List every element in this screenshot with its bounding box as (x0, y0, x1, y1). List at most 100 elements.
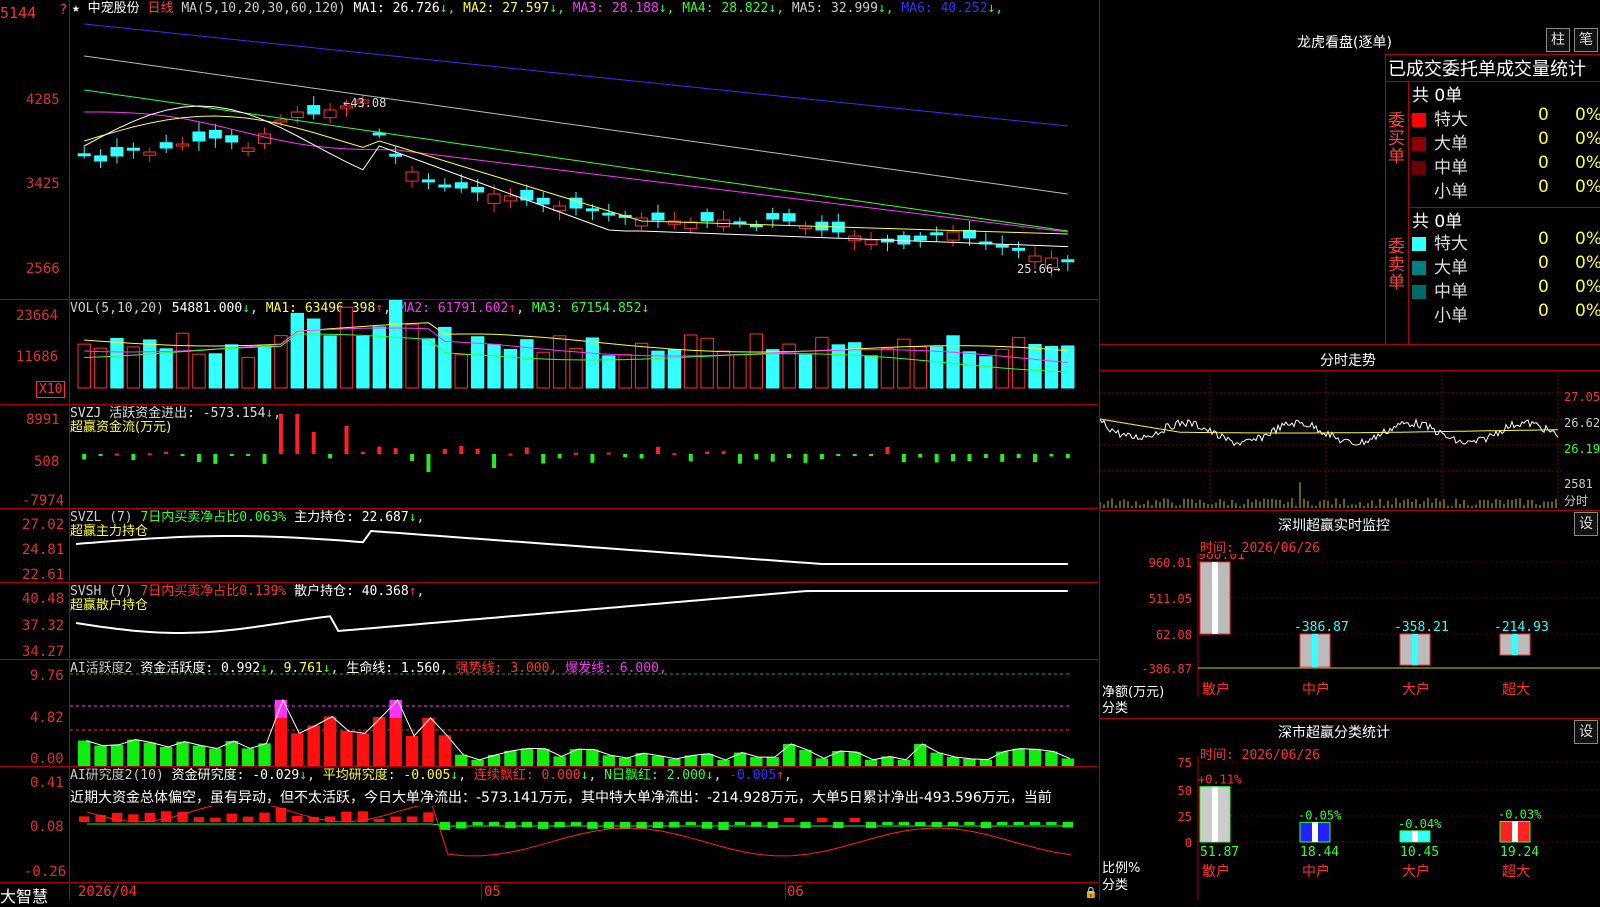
research-bar (833, 822, 844, 828)
monitor-value-label: 960.01 (1198, 554, 1245, 563)
volume-bar (766, 349, 780, 389)
activity-bar (274, 718, 288, 766)
flow-bar (901, 454, 906, 463)
ma-params: MA(5,10,20,30,60,120) (181, 1, 346, 16)
stat-title: 深市超赢分类统计 (1278, 725, 1390, 741)
monitor-bar-highlight (1312, 634, 1318, 668)
monitor-chart[interactable]: 960.01 511.05 62.08 -386.87 960.01 散户 -386.87 中… (1100, 554, 1600, 718)
flow-bar (1065, 454, 1070, 459)
volume-bar (388, 300, 403, 389)
stat-top-label: -0.03% (1498, 807, 1542, 821)
monitor-category: 超大 (1502, 682, 1530, 698)
flow-bar (655, 446, 660, 454)
volume-bar (1044, 345, 1059, 389)
flow-bar (278, 414, 283, 454)
volume-bar (733, 354, 747, 389)
activity-bar (389, 718, 402, 766)
research-bar (259, 812, 270, 822)
flow-bar (967, 454, 972, 462)
candle-body (258, 133, 272, 145)
intraday-tick: 2581 (1564, 477, 1593, 491)
volume-bar (962, 351, 977, 389)
candle-body (176, 143, 190, 147)
sell-row-count: 0 (1538, 277, 1549, 297)
research-bar (374, 818, 385, 822)
ai2-tick: 9.76 (30, 668, 64, 684)
svzj-chart[interactable] (70, 405, 1098, 508)
intraday-chart[interactable] (1100, 371, 1562, 509)
bar-mode-button[interactable]: 柱 (1546, 28, 1570, 52)
tick-mode-button[interactable]: 笔 (1574, 28, 1598, 52)
research-bar (849, 818, 860, 822)
ma-line-6 (83, 105, 1068, 248)
volume-bar (110, 337, 124, 389)
research-bar (783, 818, 795, 822)
candle-body (208, 129, 222, 139)
research-bar (456, 822, 467, 829)
flow-bar (246, 454, 251, 456)
buy-row-pct: 0% (1575, 153, 1600, 173)
volume-bar (1028, 343, 1042, 389)
candle-body (421, 179, 435, 183)
vol-chart[interactable] (70, 300, 1098, 404)
axis-question-icon[interactable]: ? (60, 3, 67, 18)
stat-chart[interactable]: 75 50 25 0 +0.11% 51.87 散户 -0.05% 18.44 中户 -0.04% 1… (1100, 756, 1600, 900)
ma-value-6: MA6: 40.252 (893, 1, 988, 16)
volume-bar (405, 324, 419, 389)
flow-bar (557, 454, 562, 459)
research-bar (1013, 822, 1024, 825)
svzl-tick: 22.61 (22, 567, 65, 583)
candle-body (700, 212, 714, 222)
stat-bottom-label: 51.87 (1200, 845, 1239, 860)
flow-bar (344, 426, 349, 454)
candle-body (782, 213, 796, 222)
sell-row-pct: 0% (1575, 253, 1600, 273)
research-bar (767, 822, 778, 828)
candle-body (405, 171, 419, 182)
research-bar (800, 822, 811, 828)
flow-bar (131, 454, 136, 461)
x-tick-date: 06 (787, 884, 804, 900)
research-chart[interactable] (70, 806, 1098, 882)
main-chart-area[interactable]: ★ 中宠股份 日线 MA(5,10,20,30,60,120) MA1: 26.… (0, 0, 1099, 906)
flow-bar (196, 454, 201, 463)
stat-settings-button[interactable]: 设 (1574, 720, 1598, 744)
research-bar (79, 816, 90, 822)
activity-bar (963, 758, 976, 766)
ma-value-5: MA5: 32.999 (784, 1, 878, 16)
activity-bar (307, 725, 320, 766)
candle-body (897, 235, 911, 245)
activity-bar (700, 753, 714, 766)
activity-bar (782, 744, 796, 766)
volume-bar (684, 334, 698, 389)
lock-icon[interactable]: 🔒 (1084, 886, 1098, 899)
sell-row-pct: 0% (1575, 277, 1600, 297)
ai2-chart[interactable] (70, 660, 1098, 766)
volume-bar (979, 356, 993, 389)
high-price-label: ←43.08 (343, 96, 387, 110)
activity-bar (373, 717, 386, 766)
x-tick-date: 2026/04 (78, 884, 138, 900)
kline-chart[interactable] (70, 16, 1098, 298)
sell-row-count: 0 (1538, 229, 1549, 249)
flow-bar (311, 432, 316, 454)
svsh-chart[interactable] (70, 583, 1098, 659)
volume-bar (798, 354, 813, 389)
activity-bar (192, 745, 206, 766)
volume-bar (143, 339, 157, 389)
monitor-settings-button[interactable]: 设 (1574, 512, 1598, 536)
research-note: 近期大资金总体偏空，虽有异动，但不太活跃，今日大单净流出：-573.141万元，… (70, 790, 1052, 806)
activity-bar (946, 756, 960, 766)
sell-row-pct: 0% (1575, 229, 1600, 249)
activity-bar (471, 759, 484, 766)
period-label: 日线 (147, 1, 174, 16)
research-bar (242, 816, 254, 822)
right-panel: 龙虎看盘(逐单) 柱 笔 已成交委托单成交量统计 委买单 委卖单 共 0单 共 … (1100, 0, 1600, 900)
svzl-chart[interactable] (70, 509, 1098, 582)
volume-bar (913, 346, 927, 389)
buy-row-pct: 0% (1575, 177, 1600, 197)
activity-bar (520, 748, 534, 766)
research-line (87, 806, 1071, 857)
activity-bar (176, 741, 189, 766)
candle-body (913, 235, 927, 241)
